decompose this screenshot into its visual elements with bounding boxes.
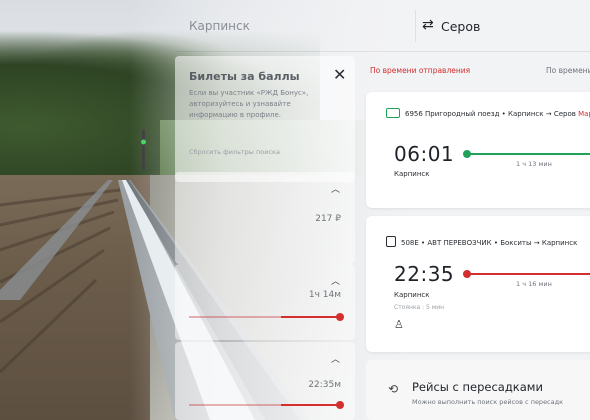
trip-duration: 1 ч 13 мин — [516, 160, 552, 168]
bus-icon — [386, 236, 396, 247]
route-from: Бокситы — [500, 239, 532, 247]
departure-city-input[interactable]: Карпинск — [189, 19, 250, 33]
departure-time: 22:35 — [394, 262, 455, 286]
sort-by-time[interactable]: По времени — [546, 66, 590, 75]
price-filter[interactable]: ︿ 217 ₽ — [175, 172, 355, 264]
route-start-dot — [463, 270, 471, 278]
departure-filter[interactable]: ︿ 22:35м — [175, 342, 355, 420]
departure-station: Карпинск — [394, 170, 430, 178]
route-start-dot — [463, 150, 471, 158]
slider-knob[interactable] — [336, 313, 344, 321]
route-to: Карпинск — [541, 239, 578, 247]
trip-card[interactable]: 6956 Пригородный поезд • Карпинск → Серо… — [366, 92, 590, 208]
duration-filter[interactable]: ︿ 1ч 14м — [175, 264, 355, 340]
chevron-up-icon[interactable]: ︿ — [331, 274, 340, 287]
train-icon — [386, 108, 400, 118]
duration-value: 1ч 14м — [308, 290, 341, 300]
duration-slider[interactable] — [189, 313, 344, 321]
bonus-title: Билеты за баллы — [189, 70, 300, 83]
bonus-banner: Билеты за баллы ✕ Если вы участник «РЖД … — [175, 56, 355, 182]
sort-options: По времени отправления По времени — [366, 66, 590, 80]
departure-time: 06:01 — [394, 142, 455, 166]
departure-value: 22:35м — [308, 380, 341, 390]
transfer-title: Рейсы с пересадками — [412, 380, 543, 394]
chevron-up-icon[interactable]: ︿ — [331, 182, 340, 195]
trip-header: 508Е • АВТ ПЕРЕВОЗЧИК • Бокситы → Карпин… — [386, 236, 577, 247]
trip-number: 6956 Пригородный поезд — [405, 110, 500, 118]
stop-duration: Стоянка : 5 мин — [394, 304, 445, 311]
filters-panel: Билеты за баллы ✕ Если вы участник «РЖД … — [175, 52, 355, 420]
swap-arrows-icon[interactable]: ⇄ — [422, 17, 434, 33]
trip-header: 6956 Пригородный поезд • Карпинск → Серо… — [386, 108, 590, 118]
chevron-up-icon[interactable]: ︿ — [331, 352, 340, 365]
price-value: 217 ₽ — [315, 214, 341, 224]
bonus-text: Если вы участник «РЖД Бонус», авторизуйт… — [189, 89, 309, 119]
arrival-city-input[interactable]: Серов — [441, 19, 480, 34]
route-extra: Мар — [578, 110, 590, 118]
results-list: По времени отправления По времени 6956 П… — [366, 52, 590, 420]
departure-station: Карпинск — [394, 291, 430, 299]
transfer-trips-banner[interactable]: ⟲ Рейсы с пересадками Можно выполнить по… — [366, 360, 590, 420]
trip-card[interactable]: 508Е • АВТ ПЕРЕВОЗЧИК • Бокситы → Карпин… — [366, 216, 590, 352]
route-search-bar: Карпинск ⇄ Серов — [175, 0, 590, 52]
route-to: Серов — [553, 110, 576, 118]
seat-icon: ♙ — [394, 318, 404, 331]
route-from: Карпинск — [508, 110, 544, 118]
transfer-subtitle: Можно выполнить поиск рейсов с пересадк — [412, 398, 564, 406]
sort-by-departure[interactable]: По времени отправления — [370, 66, 470, 75]
slider-knob[interactable] — [336, 401, 344, 409]
trip-duration: 1 ч 16 мин — [516, 280, 552, 288]
trip-number: 508Е • АВТ ПЕРЕВОЗЧИК — [401, 239, 492, 247]
reset-filters-link[interactable]: Сбросить фильтры поиска — [189, 148, 280, 156]
search-divider — [415, 10, 416, 42]
departure-slider[interactable] — [189, 401, 344, 409]
route-line — [463, 150, 590, 158]
route-line — [463, 270, 590, 278]
close-icon[interactable]: ✕ — [333, 65, 346, 84]
route-transfer-icon: ⟲ — [388, 382, 399, 396]
